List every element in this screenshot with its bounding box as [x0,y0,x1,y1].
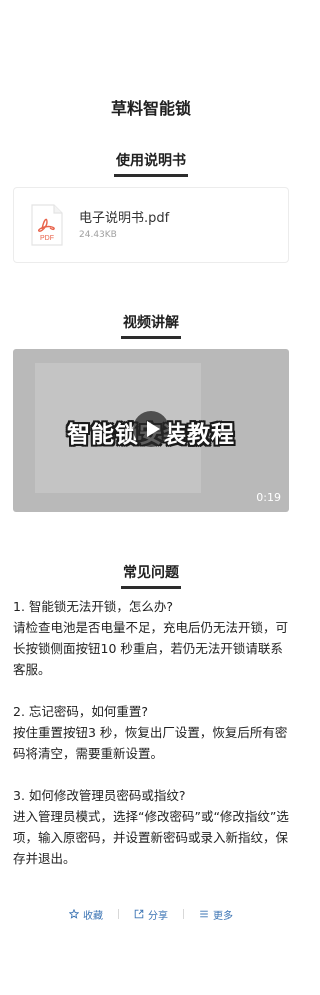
more-label: 更多 [213,910,233,922]
favorite-label: 收藏 [83,910,103,922]
faq-answer: 按住重置按钮3 秒，恢复出厂设置，恢复后所有密码将清空，需要重新设置。 [13,725,288,761]
manual-section-heading: 使用说明书 [0,150,302,177]
pdf-attachment-card[interactable]: PDF 电子说明书.pdf 24.43KB [13,187,289,263]
share-button[interactable]: 分享 [119,907,183,922]
file-size: 24.43KB [79,230,117,240]
faq-question: 1. 智能锁无法开锁，怎么办? [13,599,174,614]
video-section-heading: 视频讲解 [0,312,302,339]
faq-heading-text: 常见问题 [121,564,181,589]
menu-icon [200,910,208,918]
faq-question: 3. 如何修改管理员密码或指纹? [13,788,186,803]
manual-heading-text: 使用说明书 [114,152,188,177]
faq-item: 2. 忘记密码，如何重置? 按住重置按钮3 秒，恢复出厂设置，恢复后所有密码将清… [13,701,289,764]
video-player[interactable]: 智能锁安装教程 0:19 [13,349,289,512]
faq-item: 1. 智能锁无法开锁，怎么办? 请检查电池是否电量不足，充电后仍无法开锁，可长按… [13,596,289,680]
action-bar: 收藏 分享 更多 [13,906,289,922]
faq-answer: 进入管理员模式，选择“修改密码”或“修改指纹”选项，输入原密码，并设置新密码或录… [13,809,289,866]
pdf-icon-label: PDF [40,235,54,242]
share-icon [134,909,144,919]
faq-list: 1. 智能锁无法开锁，怎么办? 请检查电池是否电量不足，充电后仍无法开锁，可长按… [13,596,289,890]
pdf-file-icon: PDF [30,203,64,247]
video-duration: 0:19 [256,491,281,504]
more-button[interactable]: 更多 [184,907,248,922]
faq-answer: 请检查电池是否电量不足，充电后仍无法开锁，可长按锁侧面按钮10 秒重启，若仍无法… [13,620,289,677]
faq-section-heading: 常见问题 [0,562,302,589]
page-title: 草料智能锁 [110,99,191,118]
play-button[interactable] [133,411,169,447]
play-icon [147,421,160,437]
file-name[interactable]: 电子说明书.pdf [79,207,169,226]
star-icon [69,909,79,919]
faq-item: 3. 如何修改管理员密码或指纹? 进入管理员模式，选择“修改密码”或“修改指纹”… [13,785,289,869]
share-label: 分享 [148,910,168,922]
faq-question: 2. 忘记密码，如何重置? [13,704,149,719]
video-heading-text: 视频讲解 [121,314,181,339]
favorite-button[interactable]: 收藏 [54,907,118,922]
